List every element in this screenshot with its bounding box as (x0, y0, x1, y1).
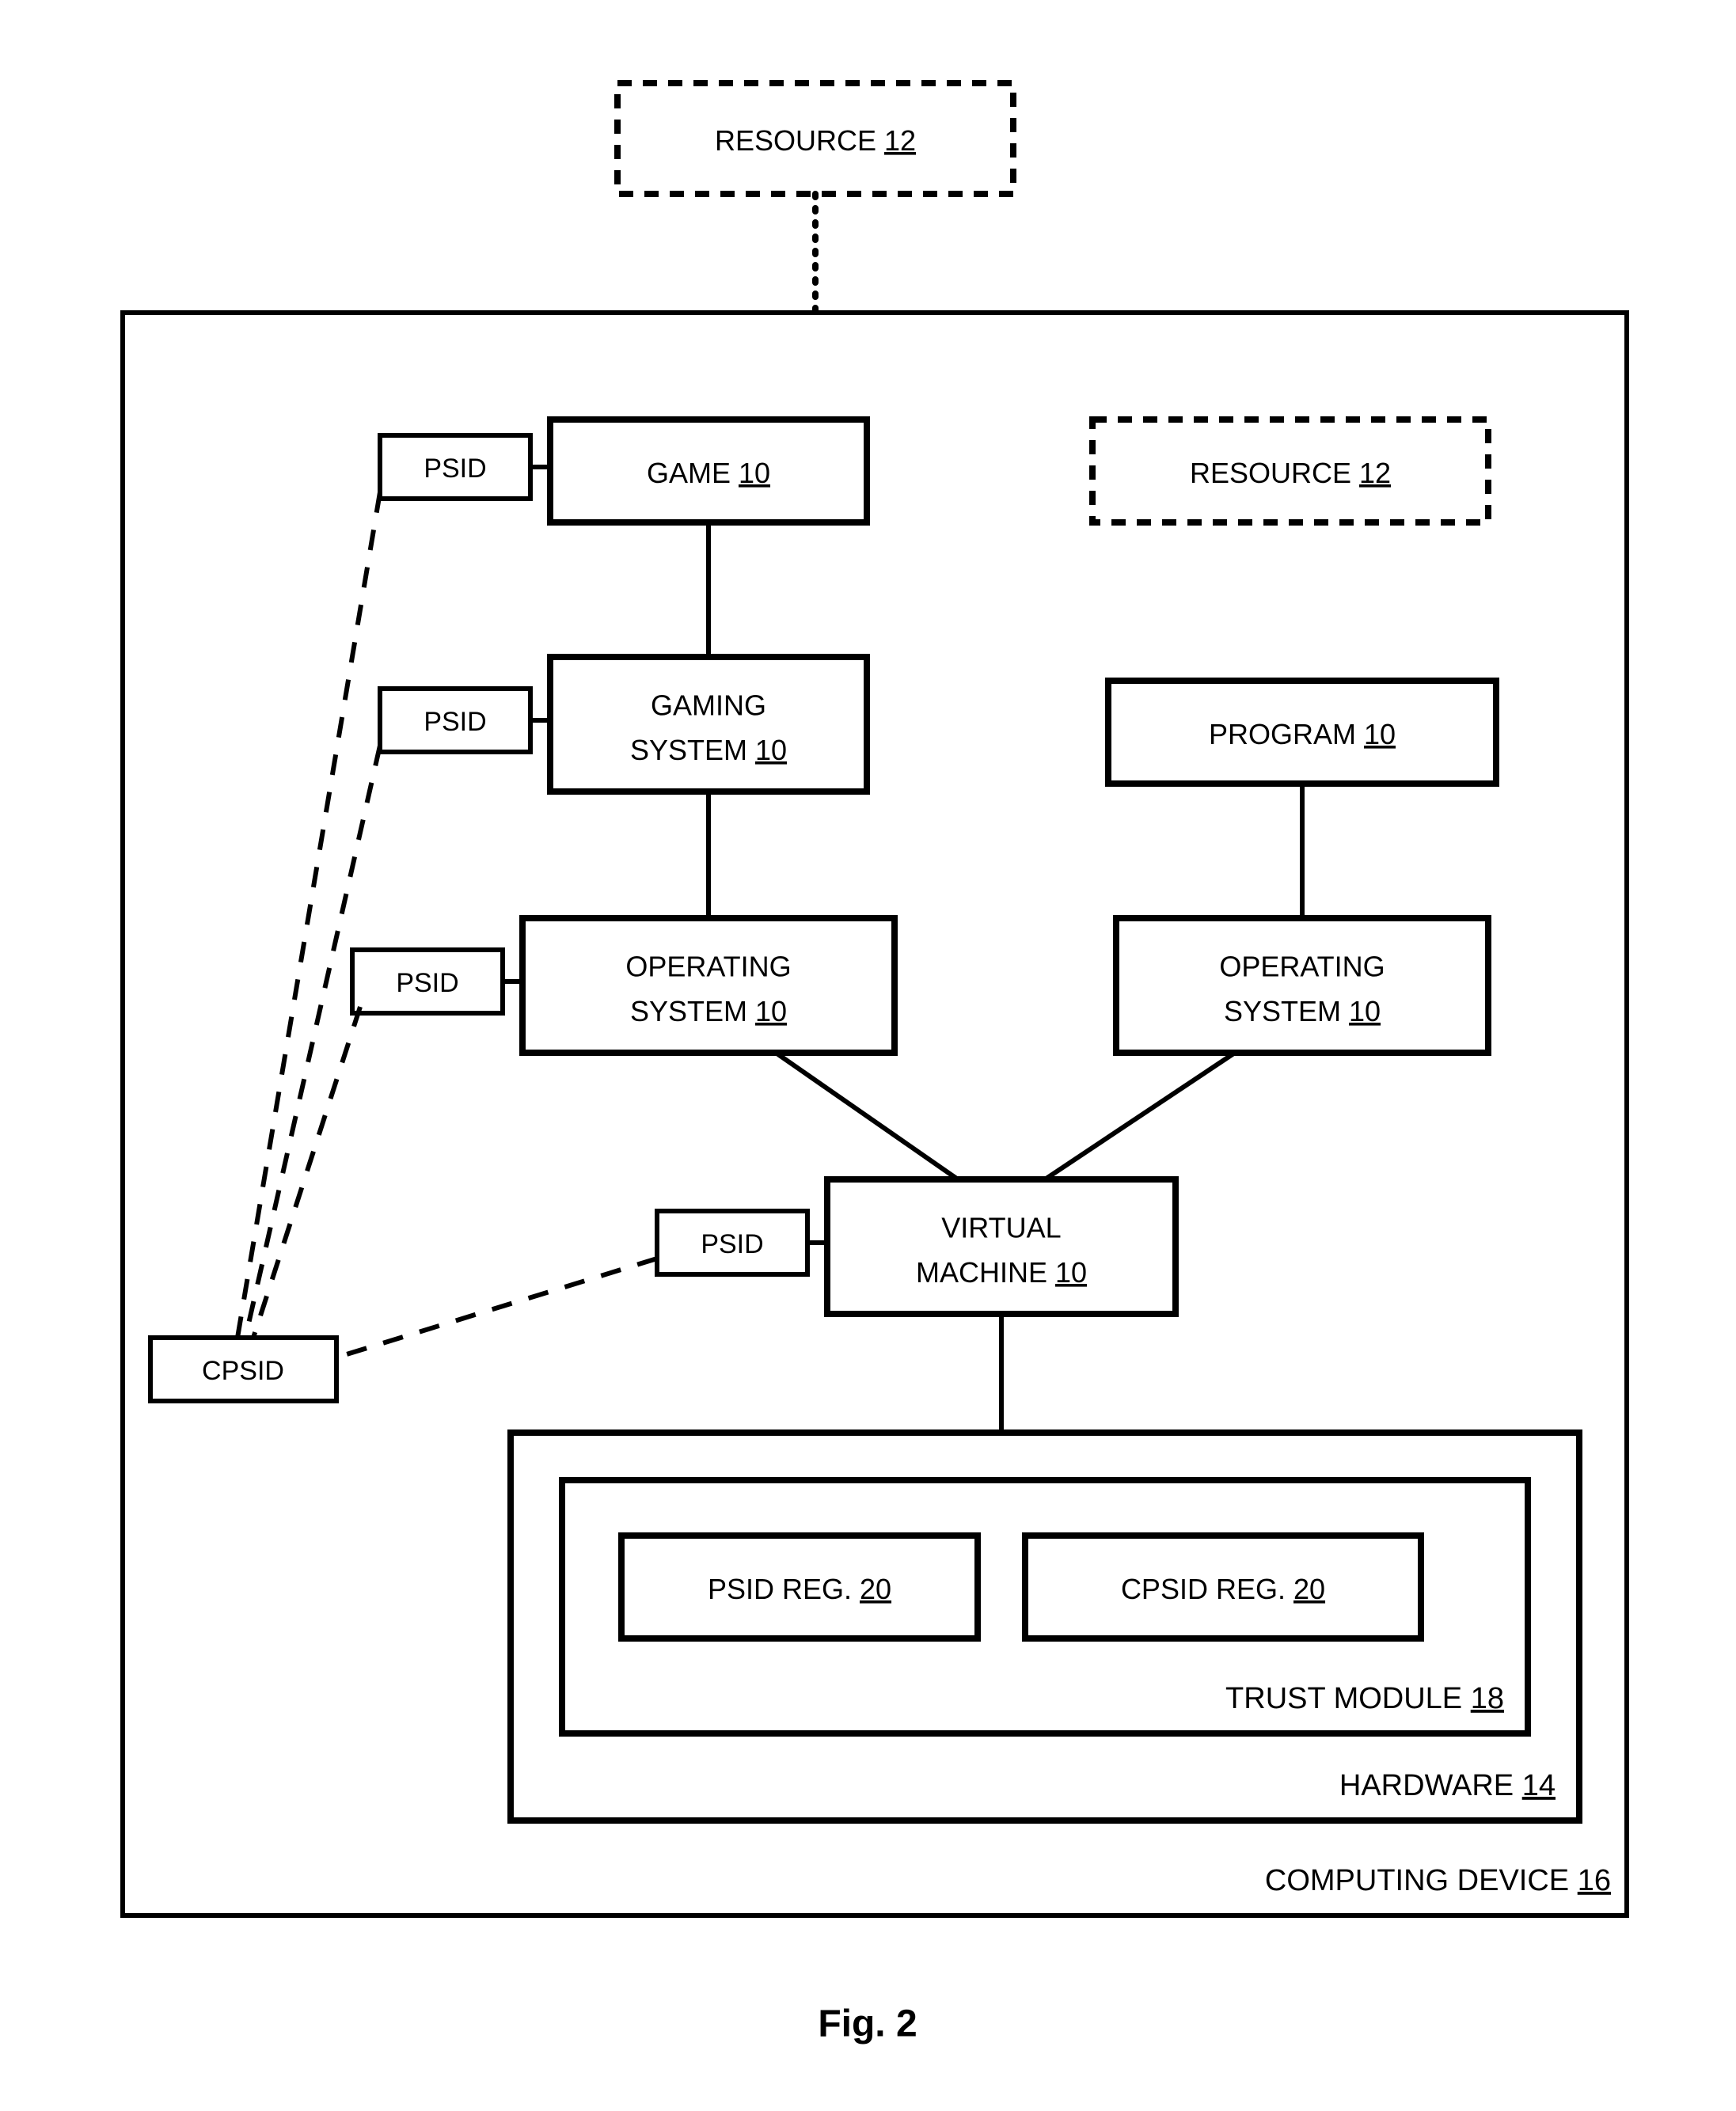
dash-vm-psid-cpsid (336, 1259, 657, 1357)
gaming-system-psid-label: PSID (424, 707, 486, 737)
gaming-system-box (550, 657, 867, 792)
cpsid-reg-label: CPSID REG. 20 (1121, 1573, 1325, 1605)
cpsid-label: CPSID (202, 1356, 284, 1386)
os-right-line1: OPERATING (1219, 951, 1385, 983)
dash-osleft-psid-cpsid (253, 1007, 360, 1338)
vm-line1: VIRTUAL (941, 1212, 1061, 1244)
figure-label: Fig. 2 (818, 2003, 917, 2045)
computing-device-label: COMPUTING DEVICE 16 (1265, 1864, 1611, 1897)
os-left-box (522, 918, 895, 1053)
gaming-system-line1: GAMING (651, 689, 766, 722)
resource-external-label: RESOURCE 12 (715, 124, 916, 157)
os-right-line2: SYSTEM 10 (1224, 995, 1381, 1027)
hardware-label: HARDWARE 14 (1339, 1769, 1556, 1802)
dash-game-psid-cpsid (237, 492, 380, 1338)
program-label: PROGRAM 10 (1209, 718, 1396, 750)
dash-gaming-psid-cpsid (245, 746, 380, 1338)
psid-reg-label: PSID REG. 20 (708, 1573, 891, 1605)
os-right-box (1116, 918, 1488, 1053)
diagram-fig-2: RESOURCE 12 RESOURCE 12 GAME 10 PSID GAM… (0, 0, 1736, 2111)
conn-osright-vm (1045, 1053, 1235, 1179)
game-label: GAME 10 (647, 457, 770, 489)
vm-line2: MACHINE 10 (916, 1256, 1087, 1289)
vm-psid-label: PSID (701, 1229, 763, 1259)
os-left-line2: SYSTEM 10 (630, 995, 787, 1027)
gaming-system-line2: SYSTEM 10 (630, 734, 787, 766)
trust-module-label: TRUST MODULE 18 (1225, 1682, 1504, 1715)
vm-box (827, 1179, 1176, 1314)
game-psid-label: PSID (424, 454, 486, 484)
conn-osleft-vm (776, 1053, 958, 1179)
os-left-line1: OPERATING (625, 951, 791, 983)
os-left-psid-label: PSID (396, 968, 458, 998)
resource-internal-label: RESOURCE 12 (1190, 457, 1391, 489)
